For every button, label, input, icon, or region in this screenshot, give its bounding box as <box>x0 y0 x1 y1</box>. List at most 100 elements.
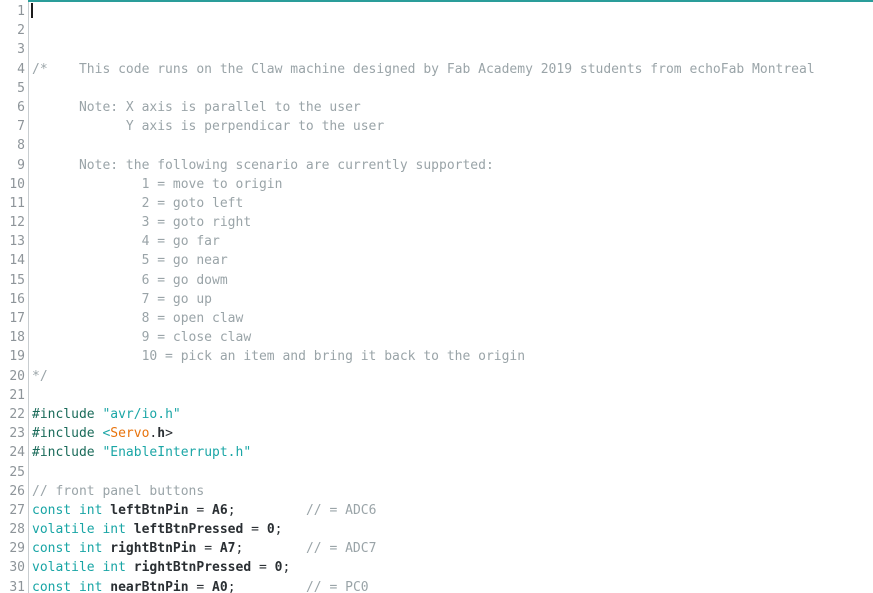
code-token-kw: const <box>32 502 72 518</box>
code-line[interactable]: 10 = pick an item and bring it back to t… <box>32 347 873 366</box>
code-token-id: A6 <box>212 502 228 518</box>
code-lines-container[interactable]: /* This code runs on the Claw machine de… <box>29 0 873 593</box>
code-line[interactable]: volatile int leftBtnPressed = 0; <box>32 520 873 539</box>
code-line[interactable]: #include "EnableInterrupt.h" <box>32 443 873 462</box>
code-token-com: 9 = close claw <box>32 330 252 346</box>
code-line[interactable]: 8 = open claw <box>32 309 873 328</box>
code-line[interactable]: #include <Servo.h> <box>32 424 873 443</box>
code-token-com: /* This code runs on the Claw machine de… <box>32 61 815 77</box>
line-number: 24 <box>9 445 25 461</box>
code-editor[interactable]: 1 2 3 4 5 6 7 8 9 10 11 12 13 14 15 16 17 18 19 20 21 22 23 24 2… <box>0 0 873 593</box>
code-token-num: 0 <box>266 522 275 538</box>
code-token-id: nearBtnPin <box>110 579 189 593</box>
line-number: 17 <box>9 311 25 326</box>
code-line[interactable]: const int nearBtnPin = A0; // = PC0 <box>32 578 873 593</box>
line-number: 7 <box>17 119 25 135</box>
line-number: 26 <box>9 483 25 499</box>
line-number: 30 <box>9 560 25 576</box>
code-token-com: 1 = move to origin <box>32 176 283 192</box>
code-token-plain: = <box>188 502 213 518</box>
code-line[interactable]: #include "avr/io.h" <box>32 405 873 424</box>
code-token-id: A7 <box>219 541 236 557</box>
code-token-id: A0 <box>212 579 228 593</box>
code-token-com: 2 = goto left <box>32 195 244 211</box>
line-number: 8 <box>17 138 25 154</box>
code-line[interactable]: const int rightBtnPin = A7; // = ADC7 <box>32 539 873 558</box>
line-number: 29 <box>9 541 25 557</box>
code-line[interactable] <box>32 136 873 155</box>
code-token-plain: = <box>188 579 213 593</box>
code-token-plain: = <box>251 560 275 576</box>
code-token-pre: #include <box>32 445 95 461</box>
code-line[interactable] <box>32 79 873 98</box>
code-token-kw: const <box>32 541 72 557</box>
line-number: 27 <box>9 502 25 518</box>
code-line[interactable]: 9 = close claw <box>32 328 873 347</box>
code-token-inc: Servo <box>110 426 150 442</box>
code-line[interactable] <box>32 386 873 405</box>
code-token-pre: #include <box>32 426 95 442</box>
code-token-com: 3 = goto right <box>32 215 252 231</box>
line-number: 20 <box>9 368 25 384</box>
code-line[interactable]: 2 = goto left <box>32 194 873 213</box>
code-line[interactable]: 4 = go far <box>32 232 873 251</box>
code-token-plain: ; <box>235 541 306 557</box>
code-token-com: 8 = open claw <box>32 311 244 327</box>
code-token-com: Y axis is perpendicar to the user <box>32 119 385 135</box>
line-number: 4 <box>17 61 25 77</box>
code-line[interactable]: 3 = goto right <box>32 213 873 232</box>
code-line[interactable]: 7 = go up <box>32 290 873 309</box>
code-token-kw: volatile <box>32 560 95 576</box>
code-line[interactable]: const int leftBtnPin = A6; // = ADC6 <box>32 501 873 520</box>
code-line[interactable]: Note: X axis is parallel to the user <box>32 98 873 117</box>
code-token-plain: = <box>196 541 220 557</box>
line-number: 19 <box>9 349 25 365</box>
line-number: 13 <box>9 234 25 250</box>
code-token-com: */ <box>32 368 48 384</box>
code-token-id: rightBtnPin <box>110 541 197 557</box>
code-token-pre: #include <box>32 406 95 422</box>
text-caret <box>31 3 33 18</box>
code-token-kw: int <box>78 502 103 518</box>
code-line[interactable]: 6 = go dowm <box>32 271 873 290</box>
code-area[interactable]: 1 2 3 4 5 6 7 8 9 10 11 12 13 14 15 16 17 18 19 20 21 22 23 24 2… <box>0 0 873 593</box>
code-token-plain: = <box>243 522 267 538</box>
line-number: 23 <box>9 426 25 442</box>
line-number: 1 <box>17 4 25 19</box>
line-number: 22 <box>9 406 25 422</box>
code-token-kw: volatile <box>32 522 95 538</box>
code-line[interactable]: /* This code runs on the Claw machine de… <box>32 60 873 79</box>
code-token-kw: int <box>102 560 126 576</box>
code-line[interactable]: volatile int rightBtnPressed = 0; <box>32 558 873 577</box>
code-token-str: "EnableInterrupt.h" <box>102 445 252 461</box>
code-token-kw: const <box>32 579 72 593</box>
code-token-plain: ; <box>282 560 291 576</box>
line-number: 10 <box>9 176 25 192</box>
line-number: 6 <box>17 99 25 115</box>
code-line[interactable]: 1 = move to origin <box>32 175 873 194</box>
code-token-plain: > <box>165 426 173 442</box>
code-line[interactable]: Y axis is perpendicar to the user <box>32 117 873 136</box>
code-token-plain: ; <box>274 522 283 538</box>
code-token-kw: int <box>102 522 126 538</box>
code-token-com: // = ADC7 <box>305 541 377 557</box>
code-line[interactable]: // front panel buttons <box>32 482 873 501</box>
line-number: 25 <box>9 464 25 480</box>
code-line[interactable]: 5 = go near <box>32 251 873 270</box>
code-token-com: 4 = go far <box>32 234 220 250</box>
line-number: 28 <box>9 522 25 538</box>
line-number: 15 <box>9 272 25 288</box>
code-line[interactable]: */ <box>32 367 873 386</box>
line-number: 2 <box>17 23 25 39</box>
code-token-com: 7 = go up <box>32 291 213 307</box>
line-number: 12 <box>9 215 25 231</box>
code-line[interactable] <box>32 463 873 482</box>
active-tab-accent-rule <box>28 0 873 2</box>
code-line[interactable]: Note: the following scenario are current… <box>32 156 873 175</box>
code-token-plain: ; <box>227 502 306 518</box>
